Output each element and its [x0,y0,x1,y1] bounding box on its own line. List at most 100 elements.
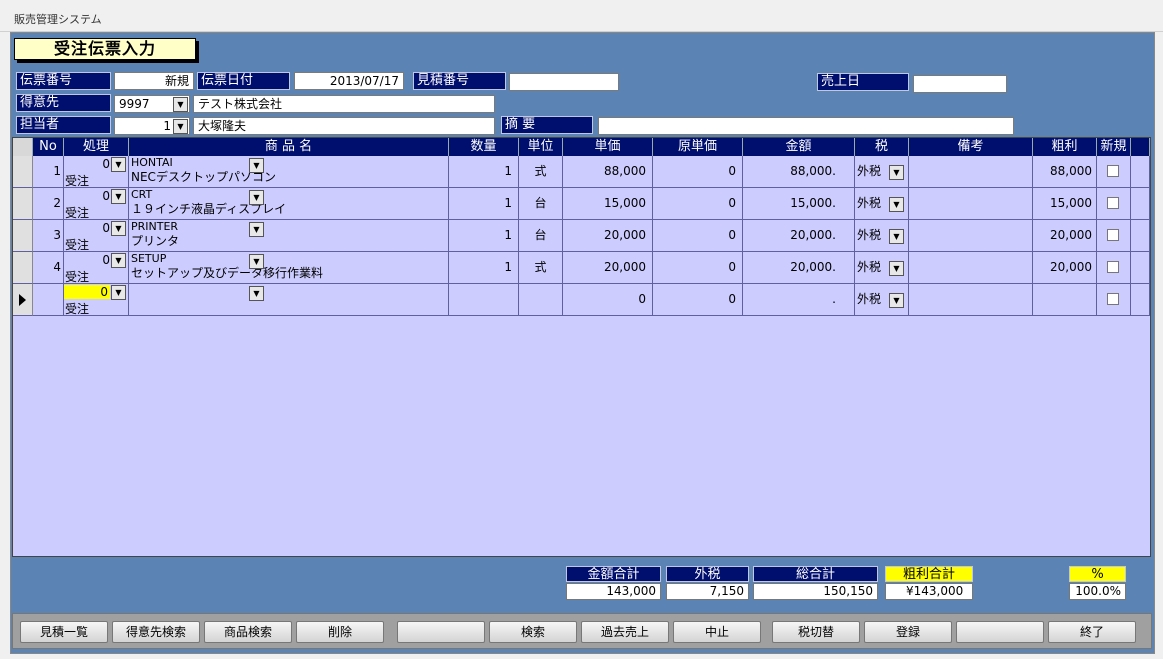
product-search-button[interactable]: 商品検索 [204,621,292,643]
row-process-cell[interactable]: 0 受注 [64,156,129,188]
row-unit[interactable]: 式 [519,252,563,284]
row-note[interactable] [909,220,1033,252]
row-price[interactable]: 15,000 [563,188,653,220]
row-tax-cell[interactable]: 外税 [855,188,909,220]
new-checkbox[interactable] [1107,293,1119,305]
estimate-list-button[interactable]: 見積一覧 [20,621,108,643]
new-checkbox[interactable] [1107,165,1119,177]
row-cost[interactable]: 0 [653,252,743,284]
row-process-cell[interactable]: 0 受注 [64,284,129,316]
product-code[interactable]: CRT [131,188,448,202]
row-product-cell[interactable]: SETUPセットアップ及びデータ移行作業料 [129,252,449,284]
staff-name-field[interactable]: 大塚隆夫 [193,117,495,135]
delete-button[interactable]: 削除 [296,621,384,643]
row-product-cell[interactable]: CRT１９インチ液晶ディスプレイ [129,188,449,220]
row-tax-cell[interactable]: 外税 [855,252,909,284]
tax-type[interactable]: 外税 [857,228,881,242]
row-note[interactable] [909,252,1033,284]
tax-dropdown-icon[interactable] [889,261,904,276]
row-product-cell[interactable]: HONTAINECデスクトップパソコン [129,156,449,188]
process-code[interactable]: 0 [64,285,110,299]
slip-date-field[interactable]: 2013/07/17 [294,72,404,90]
process-code[interactable]: 0 [102,157,110,171]
row-process-cell[interactable]: 0 受注 [64,252,129,284]
estimate-no-field[interactable] [509,73,619,91]
product-name[interactable]: １９インチ液晶ディスプレイ [131,202,448,216]
process-code[interactable]: 0 [102,189,110,203]
customer-name-field[interactable]: テスト株式会社 [193,95,495,113]
memo-field[interactable] [598,117,1014,135]
row-cost[interactable]: 0 [653,284,743,316]
row-price[interactable]: 20,000 [563,220,653,252]
customer-search-button[interactable]: 得意先検索 [112,621,200,643]
process-dropdown-icon[interactable] [111,253,126,268]
process-dropdown-icon[interactable] [111,285,126,300]
tax-type[interactable]: 外税 [857,196,881,210]
row-tax-cell[interactable]: 外税 [855,156,909,188]
tax-dropdown-icon[interactable] [889,165,904,180]
row-note[interactable] [909,284,1033,316]
register-button[interactable]: 登録 [864,621,952,643]
row-price[interactable]: 0 [563,284,653,316]
row-unit[interactable]: 式 [519,156,563,188]
cancel-button[interactable]: 中止 [673,621,761,643]
process-dropdown-icon[interactable] [111,189,126,204]
row-product-cell[interactable] [129,284,449,316]
row-price[interactable]: 88,000 [563,156,653,188]
slip-no-field[interactable]: 新規 [114,72,194,90]
row-selector[interactable] [13,220,33,252]
row-note[interactable] [909,156,1033,188]
search-button[interactable]: 検索 [489,621,577,643]
row-selector[interactable] [13,252,33,284]
row-tax-cell[interactable]: 外税 [855,220,909,252]
product-dropdown-icon[interactable] [249,222,264,237]
new-checkbox[interactable] [1107,229,1119,241]
process-dropdown-icon[interactable] [111,221,126,236]
tax-dropdown-icon[interactable] [889,293,904,308]
process-dropdown-icon[interactable] [111,157,126,172]
product-name[interactable]: セットアップ及びデータ移行作業料 [131,266,448,280]
row-price[interactable]: 20,000 [563,252,653,284]
row-cost[interactable]: 0 [653,220,743,252]
row-process-cell[interactable]: 0 受注 [64,188,129,220]
row-selector[interactable] [13,188,33,220]
customer-dropdown-icon[interactable] [173,97,188,112]
past-sales-button[interactable]: 過去売上 [581,621,669,643]
row-note[interactable] [909,188,1033,220]
product-dropdown-icon[interactable] [249,286,264,301]
tax-type[interactable]: 外税 [857,164,881,178]
row-qty[interactable]: 1 [449,220,519,252]
product-code[interactable]: HONTAI [131,156,448,170]
tax-type[interactable]: 外税 [857,260,881,274]
row-qty[interactable] [449,284,519,316]
product-code[interactable]: PRINTER [131,220,448,234]
process-code[interactable]: 0 [102,221,110,235]
process-code[interactable]: 0 [102,253,110,267]
new-checkbox[interactable] [1107,261,1119,273]
row-qty[interactable]: 1 [449,188,519,220]
row-unit[interactable]: 台 [519,188,563,220]
product-dropdown-icon[interactable] [249,190,264,205]
row-process-cell[interactable]: 0 受注 [64,220,129,252]
new-checkbox[interactable] [1107,197,1119,209]
row-product-cell[interactable]: PRINTERプリンタ [129,220,449,252]
tax-type[interactable]: 外税 [857,292,881,306]
product-dropdown-icon[interactable] [249,158,264,173]
sales-date-field[interactable] [913,75,1007,93]
product-dropdown-icon[interactable] [249,254,264,269]
row-unit[interactable]: 台 [519,220,563,252]
row-cost[interactable]: 0 [653,156,743,188]
row-unit[interactable] [519,284,563,316]
product-code[interactable]: SETUP [131,252,448,266]
blank-button-1[interactable] [397,621,485,643]
product-name[interactable]: プリンタ [131,234,448,248]
product-name[interactable]: NECデスクトップパソコン [131,170,448,184]
row-selector[interactable] [13,284,33,316]
tax-dropdown-icon[interactable] [889,229,904,244]
exit-button[interactable]: 終了 [1048,621,1136,643]
row-qty[interactable]: 1 [449,156,519,188]
staff-dropdown-icon[interactable] [173,119,188,134]
row-tax-cell[interactable]: 外税 [855,284,909,316]
tax-toggle-button[interactable]: 税切替 [772,621,860,643]
blank-button-2[interactable] [956,621,1044,643]
